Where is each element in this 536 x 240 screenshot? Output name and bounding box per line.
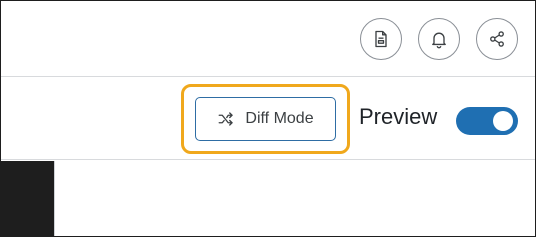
top-header-bar	[1, 1, 535, 77]
diff-mode-label: Diff Mode	[245, 110, 314, 127]
editor-toolbar: Diff Mode Preview	[1, 78, 535, 160]
notifications-button[interactable]	[418, 18, 460, 60]
document-button[interactable]	[360, 18, 402, 60]
document-icon	[375, 30, 387, 48]
preview-label: Preview	[359, 104, 438, 129]
toggle-knob	[493, 111, 513, 131]
dark-side-panel	[1, 161, 55, 236]
content-area	[56, 161, 535, 236]
share-button[interactable]	[476, 18, 518, 60]
shuffle-icon	[218, 112, 234, 126]
preview-toggle[interactable]	[456, 107, 518, 135]
bell-icon	[432, 32, 446, 49]
share-icon	[490, 31, 504, 47]
diff-mode-button[interactable]: Diff Mode	[195, 97, 336, 141]
